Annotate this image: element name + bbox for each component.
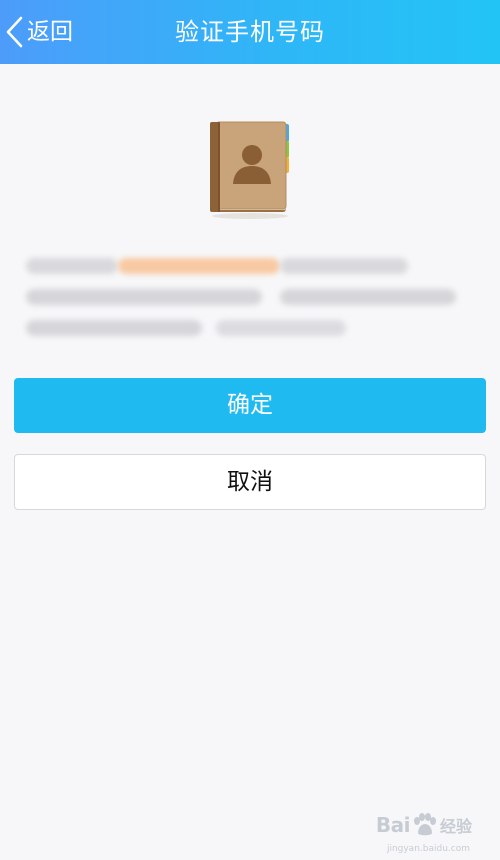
paw-icon (411, 812, 437, 838)
back-button[interactable]: 返回 (4, 12, 73, 52)
blur-line (26, 320, 202, 336)
blur-line (216, 320, 346, 336)
nav-bar: 返回 验证手机号码 (0, 0, 500, 64)
blur-line (280, 289, 456, 305)
watermark-brand-prefix: Bai (375, 813, 411, 837)
watermark-domain: jingyan.baidu.com (386, 844, 470, 854)
back-label: 返回 (27, 19, 73, 45)
contacts-book-icon (206, 118, 296, 222)
baidu-jingyan-watermark: Bai 经验 (376, 812, 472, 838)
blur-line (26, 289, 262, 305)
blur-line-highlight (118, 258, 280, 274)
chevron-left-icon (4, 15, 26, 49)
blurred-message (26, 252, 466, 346)
blur-line (26, 258, 118, 274)
confirm-button[interactable]: 确定 (14, 378, 486, 433)
watermark-brand-suffix: 经验 (439, 817, 472, 836)
blur-line (280, 258, 408, 274)
page-title: 验证手机号码 (175, 18, 325, 46)
cancel-button[interactable]: 取消 (14, 454, 486, 510)
